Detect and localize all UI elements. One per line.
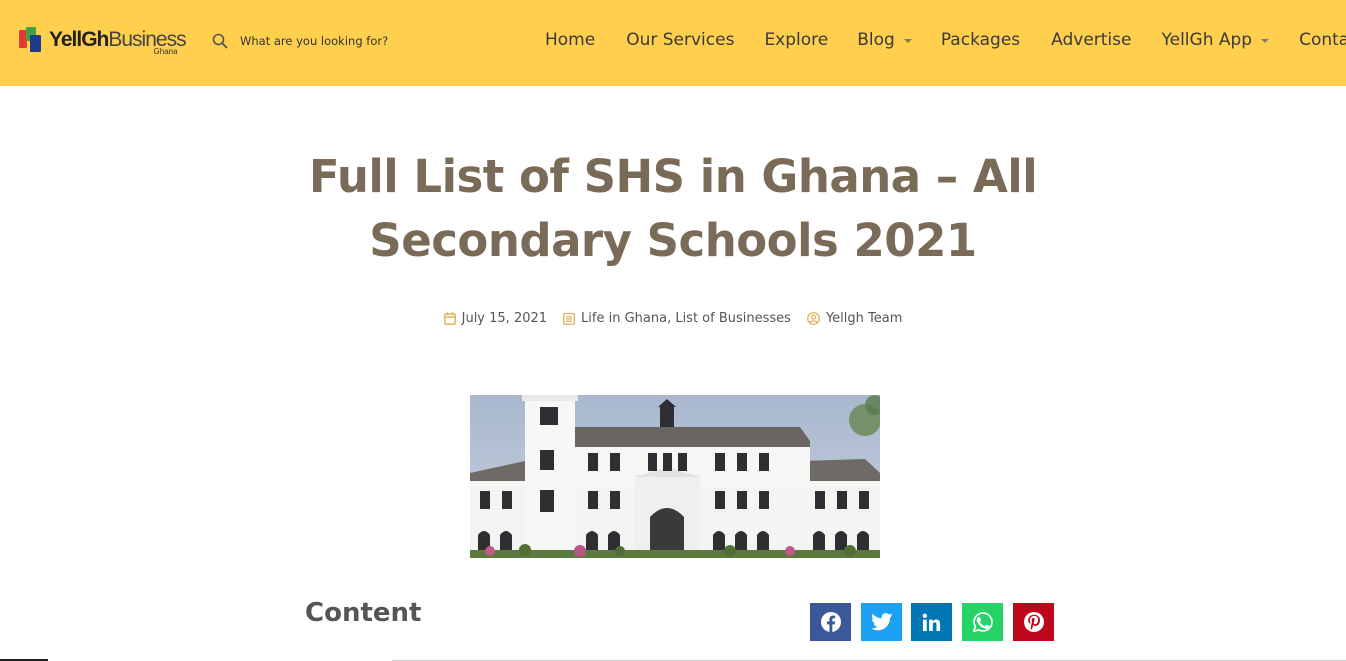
share-whatsapp-button[interactable] (962, 603, 1003, 641)
pinterest-icon (1023, 611, 1045, 633)
category-link-list-of-businesses[interactable]: List of Businesses (675, 311, 791, 326)
share-pinterest-button[interactable] (1013, 603, 1054, 641)
share-linkedin-button[interactable] (911, 603, 952, 641)
article-meta: July 15, 2021 Life in Ghana, List of Bus… (0, 311, 1346, 326)
nav-item-label: Explore (764, 30, 829, 50)
nav-item-advertise[interactable]: Advertise (1051, 30, 1131, 50)
nav-item-label: Advertise (1051, 30, 1132, 50)
article-title-line2: Secondary Schools 2021 (369, 214, 977, 267)
main-nav: Home Our Services Explore Blog Packages … (545, 30, 1346, 50)
category-separator: , (667, 311, 676, 326)
logo-wordmark: YellGhBusiness Ghana (49, 27, 187, 56)
nav-item-label: Our Services (626, 30, 735, 50)
featured-image (470, 395, 880, 558)
post-author[interactable]: Yellgh Team (807, 311, 902, 326)
article-title-line1: Full List of SHS in Ghana – All (308, 150, 1038, 203)
post-categories: Life in Ghana, List of Businesses (563, 311, 791, 326)
nav-item-label: Contac (1299, 30, 1346, 50)
whatsapp-icon (972, 611, 994, 633)
post-date-text: July 15, 2021 (461, 311, 548, 326)
nav-item-home[interactable]: Home (545, 30, 595, 50)
nav-item-label: Blog (857, 30, 895, 50)
post-author-name: Yellgh Team (825, 311, 903, 326)
search-input[interactable] (240, 34, 440, 48)
nav-item-label: Packages (940, 30, 1021, 50)
category-link-life-in-ghana[interactable]: Life in Ghana (581, 311, 667, 326)
search-icon[interactable] (212, 33, 228, 49)
nav-item-services[interactable]: Our Services (626, 30, 734, 50)
user-circle-icon (807, 312, 826, 325)
nav-item-app[interactable]: YellGh App (1161, 30, 1270, 50)
content-heading: Content (305, 598, 422, 628)
nav-item-blog[interactable]: Blog (857, 30, 912, 50)
nav-item-packages[interactable]: Packages (941, 30, 1020, 50)
chevron-down-icon (903, 39, 912, 43)
nav-item-label: YellGh App (1161, 30, 1253, 50)
calendar-icon (443, 312, 462, 325)
logo-subtitle: Ghana (153, 47, 178, 56)
nav-item-contact[interactable]: Contac (1299, 30, 1346, 50)
facebook-icon (820, 611, 842, 633)
logo-text-brand: YellGh (49, 28, 109, 51)
nav-item-label: Home (545, 30, 596, 50)
article-title: Full List of SHS in Ghana – All Secondar… (250, 145, 1096, 273)
nav-item-explore[interactable]: Explore (764, 30, 828, 50)
chevron-down-icon (1261, 39, 1270, 43)
site-header: YellGhBusiness Ghana Home Our Services E… (0, 0, 1346, 86)
list-icon (563, 312, 581, 325)
header-search (212, 33, 440, 49)
site-logo[interactable]: YellGhBusiness Ghana (19, 27, 191, 59)
logo-mark-icon (19, 27, 45, 53)
share-twitter-button[interactable] (861, 603, 902, 641)
linkedin-icon (922, 613, 941, 632)
share-facebook-button[interactable] (810, 603, 851, 641)
twitter-icon (870, 613, 893, 631)
post-date[interactable]: July 15, 2021 (443, 311, 548, 326)
